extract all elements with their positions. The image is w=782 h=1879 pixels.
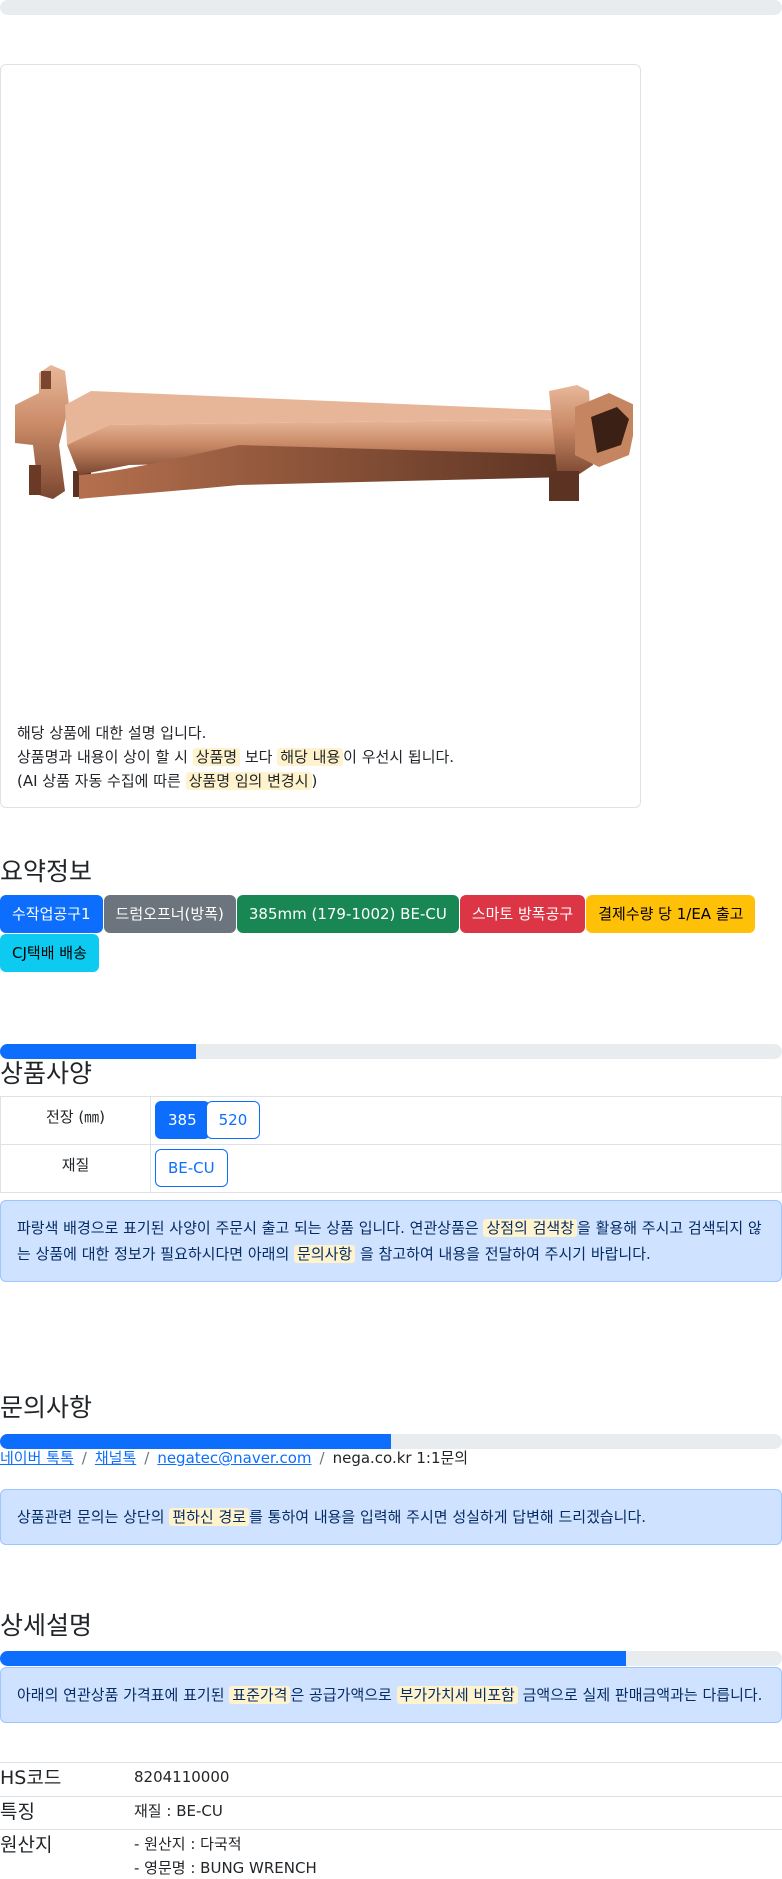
email-link[interactable]: negatec@naver.com bbox=[157, 1449, 311, 1467]
bung-wrench-product-image bbox=[15, 365, 633, 501]
channeltalk-link[interactable]: 채널톡 bbox=[95, 1449, 136, 1467]
summary-badge: 385mm (179-1002) BE-CU bbox=[236, 895, 459, 933]
alert-text: 은 공급가액으로 bbox=[290, 1686, 397, 1704]
summary-badge: 수작업공구1 bbox=[0, 895, 103, 933]
alert-highlight: 문의사항 bbox=[294, 1245, 356, 1263]
alert-text: 아래의 연관상품 가격표에 표기된 bbox=[17, 1686, 230, 1704]
alert-highlight: 편하신 경로 bbox=[169, 1508, 250, 1526]
alert-text: 금액으로 실제 판매금액과는 다릅니다. bbox=[517, 1686, 763, 1704]
info-key: 원산지 bbox=[0, 1834, 53, 1856]
spec-options: BE-CU bbox=[150, 1144, 782, 1193]
summary-badge: 결제수량 당 1/EA 출고 bbox=[586, 895, 756, 933]
alert-text: 를 통하여 내용을 입력해 주시면 성실하게 답변해 드리겠습니다. bbox=[249, 1508, 647, 1526]
info-value-line: 재질 : BE-CU bbox=[134, 1802, 223, 1820]
info-value: 8204110000 bbox=[134, 1765, 229, 1789]
alert-highlight: 부가가치세 비포함 bbox=[396, 1686, 518, 1704]
product-image-card: 해당 상품에 대한 설명 입니다. 상품명과 내용이 상이 할 시 상품명 보다… bbox=[0, 64, 641, 808]
summary-title: 요약정보 bbox=[0, 857, 93, 886]
alert-text: 을 참고하여 내용을 전달하여 주시기 바랍니다. bbox=[355, 1245, 651, 1263]
summary-badge: 드럼오프너(방폭) bbox=[103, 895, 236, 933]
breadcrumb-separator: / bbox=[144, 1449, 150, 1467]
detail-title: 상세설명 bbox=[0, 1611, 93, 1640]
detail-progress-bar bbox=[0, 1651, 782, 1666]
info-value-line: - 영문명 : BUNG WRENCH bbox=[134, 1859, 317, 1877]
info-row-feature: 특징 재질 : BE-CU bbox=[0, 1796, 782, 1829]
inquiry-title: 문의사항 bbox=[0, 1393, 93, 1422]
notes-text: ) bbox=[311, 772, 318, 790]
top-progress-bar bbox=[0, 0, 782, 15]
product-notes: 해당 상품에 대한 설명 입니다. 상품명과 내용이 상이 할 시 상품명 보다… bbox=[17, 721, 454, 793]
notes-line-2: 상품명과 내용이 상이 할 시 상품명 보다 해당 내용 이 우선시 됩니다. bbox=[17, 745, 454, 769]
inquiry-breadcrumb: 네이버 톡톡 / 채널톡 / negatec@naver.com / nega.co.kr … bbox=[0, 1447, 468, 1468]
detail-progress-fill bbox=[0, 1651, 626, 1666]
info-row-origin: 원산지 - 원산지 : 다국적 - 영문명 : BUNG WRENCH bbox=[0, 1829, 782, 1879]
notes-line-3: (AI 상품 자동 수집에 따른 상품명 임의 변경시) bbox=[17, 769, 454, 793]
summary-badges: 수작업공구1 드럼오프너(방폭) 385mm (179-1002) BE-CU 스마토… bbox=[0, 895, 782, 973]
notes-text: 해당 상품에 대한 설명 입니다. bbox=[17, 724, 207, 742]
notes-line-1: 해당 상품에 대한 설명 입니다. bbox=[17, 721, 454, 745]
notes-highlight: 상품명 임의 변경시 bbox=[185, 772, 312, 790]
spec-option-button[interactable]: BE-CU bbox=[155, 1149, 228, 1187]
notes-text: 보다 bbox=[240, 748, 278, 766]
spec-row: 전장 (㎜) 385 520 bbox=[0, 1096, 782, 1145]
spec-row: 재질 BE-CU bbox=[0, 1144, 782, 1193]
spec-table: 전장 (㎜) 385 520 재질 BE-CU bbox=[0, 1096, 782, 1193]
alert-highlight: 표준가격 bbox=[229, 1686, 291, 1704]
info-key: 특징 bbox=[0, 1801, 35, 1823]
inquiry-alert: 상품관련 문의는 상단의 편하신 경로 를 통하여 내용을 입력해 주시면 성실하… bbox=[0, 1489, 782, 1545]
notes-text: 상품명과 내용이 상이 할 시 bbox=[17, 748, 193, 766]
info-value-line: 8204110000 bbox=[134, 1768, 230, 1786]
summary-badge: CJ택배 배송 bbox=[0, 934, 99, 972]
spec-title: 상품사양 bbox=[0, 1059, 93, 1088]
naver-talktalk-link[interactable]: 네이버 톡톡 bbox=[0, 1449, 74, 1467]
alert-highlight: 상점의 검색창 bbox=[483, 1219, 578, 1237]
breadcrumb-separator: / bbox=[81, 1449, 87, 1467]
spec-alert: 파랑색 배경으로 표기된 사양이 주문시 출고 되는 상품 입니다. 연관상품은… bbox=[0, 1200, 782, 1282]
info-row-hscode: HS코드 8204110000 bbox=[0, 1762, 782, 1796]
notes-highlight: 상품명 bbox=[192, 748, 241, 766]
info-key: HS코드 bbox=[0, 1767, 62, 1789]
spec-options: 385 520 bbox=[150, 1096, 782, 1145]
info-value: 재질 : BE-CU bbox=[134, 1799, 223, 1823]
spec-option-button[interactable]: 520 bbox=[205, 1101, 261, 1139]
info-value: - 원산지 : 다국적 - 영문명 : BUNG WRENCH bbox=[134, 1832, 317, 1879]
notes-text: (AI 상품 자동 수집에 따른 bbox=[17, 772, 186, 790]
spec-progress-bar bbox=[0, 1044, 782, 1059]
alert-text: 파랑색 배경으로 표기된 사양이 주문시 출고 되는 상품 입니다. 연관상품은 bbox=[17, 1219, 484, 1237]
summary-badge: 스마토 방폭공구 bbox=[459, 895, 586, 933]
inquiry-site-text: nega.co.kr 1:1문의 bbox=[332, 1449, 469, 1467]
spec-option-button[interactable]: 385 bbox=[155, 1101, 210, 1139]
info-value-line: - 원산지 : 다국적 bbox=[134, 1835, 242, 1853]
detail-alert: 아래의 연관상품 가격표에 표기된 표준가격 은 공급가액으로 부가가치세 비포함… bbox=[0, 1667, 782, 1723]
spec-label: 전장 (㎜) bbox=[0, 1096, 151, 1145]
alert-text: 상품관련 문의는 상단의 bbox=[17, 1508, 170, 1526]
spec-label: 재질 bbox=[0, 1144, 151, 1193]
breadcrumb-separator: / bbox=[319, 1449, 325, 1467]
notes-highlight: 해당 내용 bbox=[277, 748, 344, 766]
notes-text: 이 우선시 됩니다. bbox=[343, 748, 455, 766]
